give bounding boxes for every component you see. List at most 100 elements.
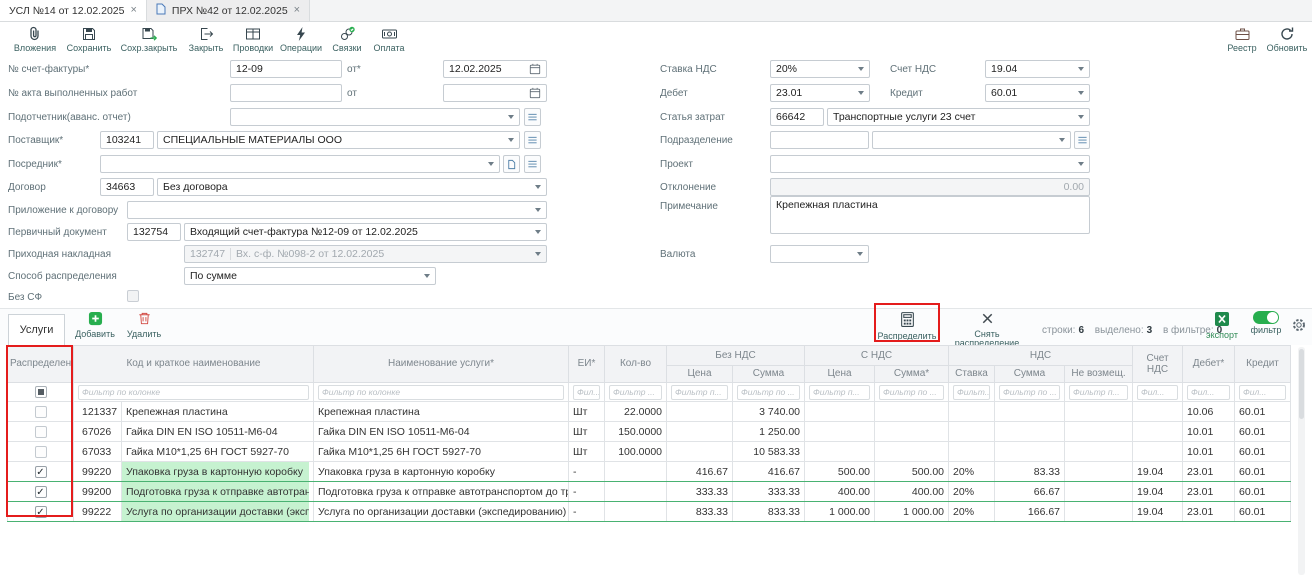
credit-combo[interactable]: 60.01: [985, 84, 1090, 102]
debit-cell[interactable]: 23.01: [1183, 502, 1235, 522]
service-name-cell[interactable]: Услуга по организации доставки (экспедир…: [314, 502, 569, 522]
postings-button[interactable]: Проводки: [230, 26, 276, 53]
save-close-button[interactable]: Сохр.закрыть: [118, 26, 180, 53]
service-name-cell[interactable]: Крепежная пластина: [314, 402, 569, 422]
credit-cell[interactable]: 60.01: [1235, 482, 1291, 502]
supplier-list-button[interactable]: [524, 131, 541, 149]
qty-cell[interactable]: [605, 502, 667, 522]
vat-rate-cell[interactable]: 20%: [949, 482, 995, 502]
contract-annex-combo[interactable]: [127, 201, 547, 219]
sum-no-vat-cell[interactable]: 333.33: [733, 482, 805, 502]
vat-account-cell[interactable]: [1133, 422, 1183, 442]
cost-item-code-input[interactable]: 66642: [770, 108, 824, 126]
vat-rate-cell[interactable]: 20%: [949, 502, 995, 522]
qty-cell[interactable]: 22.0000: [605, 402, 667, 422]
filter-input-code-name[interactable]: Фильтр по колонке: [78, 385, 309, 400]
filter-input-price-no-vat[interactable]: Фильтр п...: [671, 385, 728, 400]
vat-sum-cell[interactable]: 66.67: [995, 482, 1065, 502]
non-refund-cell[interactable]: [1065, 482, 1133, 502]
sum-with-vat-cell[interactable]: 500.00: [875, 462, 949, 482]
debit-combo[interactable]: 23.01: [770, 84, 870, 102]
debit-cell[interactable]: 10.01: [1183, 422, 1235, 442]
unit-cell[interactable]: Шт: [569, 422, 605, 442]
col-header-price-with-vat[interactable]: Цена: [805, 366, 875, 383]
grid-settings-button[interactable]: [1290, 317, 1308, 335]
tab-prh-document[interactable]: ПРХ №42 от 12.02.2025 ×: [147, 0, 310, 21]
qty-cell[interactable]: [605, 482, 667, 502]
non-refund-cell[interactable]: [1065, 462, 1133, 482]
calendar-icon[interactable]: [529, 87, 541, 99]
col-header-price-no-vat[interactable]: Цена: [667, 366, 733, 383]
filter-input-qty[interactable]: Фильтр ...: [609, 385, 662, 400]
services-section-tab[interactable]: Услуги: [8, 314, 65, 345]
vat-account-combo[interactable]: 19.04: [985, 60, 1090, 78]
vat-rate-cell[interactable]: 20%: [949, 462, 995, 482]
filter-toggle-button[interactable]: фильтр: [1246, 311, 1286, 335]
toggle-on-icon[interactable]: [1253, 311, 1279, 324]
division-list-button[interactable]: [1074, 131, 1090, 149]
filter-input-vat-sum[interactable]: Фильтр по ...: [999, 385, 1060, 400]
sum-no-vat-cell[interactable]: 416.67: [733, 462, 805, 482]
sum-with-vat-cell[interactable]: 400.00: [875, 482, 949, 502]
vat-account-cell[interactable]: 19.04: [1133, 462, 1183, 482]
col-header-code-name[interactable]: Код и краткое наименование: [74, 346, 314, 383]
price-with-vat-cell[interactable]: 1 000.00: [805, 502, 875, 522]
contract-code-input[interactable]: 34663: [100, 178, 154, 196]
cost-item-combo[interactable]: Транспортные услуги 23 счет: [827, 108, 1090, 126]
table-row[interactable]: ✓99222Услуга по организации доставки (эк…: [8, 502, 1291, 522]
payment-button[interactable]: Оплата: [368, 26, 410, 53]
invoice-number-input[interactable]: 12-09: [230, 60, 342, 78]
supplier-code-input[interactable]: 103241: [100, 131, 154, 149]
vat-account-cell[interactable]: 19.04: [1133, 502, 1183, 522]
filter-input-credit[interactable]: Фил...: [1239, 385, 1286, 400]
supplier-combo[interactable]: СПЕЦИАЛЬНЫЕ МАТЕРИАЛЫ ООО: [157, 131, 520, 149]
filter-input-vat-account[interactable]: Фил...: [1137, 385, 1178, 400]
close-button[interactable]: Закрыть: [184, 26, 228, 53]
vat-sum-cell[interactable]: [995, 422, 1065, 442]
operations-button[interactable]: Операции: [278, 26, 324, 53]
price-with-vat-cell[interactable]: 500.00: [805, 462, 875, 482]
non-refund-cell[interactable]: [1065, 442, 1133, 462]
sum-no-vat-cell[interactable]: 3 740.00: [733, 402, 805, 422]
price-with-vat-cell[interactable]: [805, 402, 875, 422]
code-name-cell[interactable]: 67033Гайка М10*1,25 6Н ГОСТ 5927-70: [74, 442, 314, 462]
price-no-vat-cell[interactable]: [667, 442, 733, 462]
debit-cell[interactable]: 10.06: [1183, 402, 1235, 422]
col-header-unit[interactable]: ЕИ*: [569, 346, 605, 383]
table-row[interactable]: 67033Гайка М10*1,25 6Н ГОСТ 5927-70Гайка…: [8, 442, 1291, 462]
add-row-button[interactable]: Добавить: [70, 311, 120, 339]
vat-sum-cell[interactable]: [995, 402, 1065, 422]
credit-cell[interactable]: 60.01: [1235, 402, 1291, 422]
non-refund-cell[interactable]: [1065, 502, 1133, 522]
price-with-vat-cell[interactable]: [805, 422, 875, 442]
col-header-vat-sum[interactable]: Сумма: [995, 366, 1065, 383]
filter-input-price-with-vat[interactable]: Фильтр п...: [809, 385, 870, 400]
vat-rate-cell[interactable]: [949, 442, 995, 462]
filter-input-sum-no-vat[interactable]: Фильтр по ...: [737, 385, 800, 400]
save-button[interactable]: Сохранить: [64, 26, 114, 53]
vat-rate-cell[interactable]: [949, 422, 995, 442]
vat-rate-combo[interactable]: 20%: [770, 60, 870, 78]
vat-rate-cell[interactable]: [949, 402, 995, 422]
code-name-cell[interactable]: 67026Гайка DIN EN ISO 10511-М6-04: [74, 422, 314, 442]
table-row[interactable]: 121337Крепежная пластинаКрепежная пласти…: [8, 402, 1291, 422]
price-no-vat-cell[interactable]: [667, 422, 733, 442]
non-refund-cell[interactable]: [1065, 402, 1133, 422]
credit-cell[interactable]: 60.01: [1235, 502, 1291, 522]
code-name-cell[interactable]: 99222Услуга по организации доставки (экс…: [74, 502, 314, 522]
sum-no-vat-cell[interactable]: 10 583.33: [733, 442, 805, 462]
filter-input-debit[interactable]: Фил...: [1187, 385, 1230, 400]
vat-sum-cell[interactable]: 166.67: [995, 502, 1065, 522]
intermediary-list-button[interactable]: [524, 155, 541, 173]
sum-no-vat-cell[interactable]: 833.33: [733, 502, 805, 522]
accountable-person-list-button[interactable]: [524, 108, 541, 126]
invoice-date-input[interactable]: 12.02.2025: [443, 60, 547, 78]
debit-cell[interactable]: 23.01: [1183, 462, 1235, 482]
credit-cell[interactable]: 60.01: [1235, 442, 1291, 462]
no-sf-checkbox[interactable]: [127, 290, 139, 302]
price-with-vat-cell[interactable]: [805, 442, 875, 462]
unit-cell[interactable]: -: [569, 462, 605, 482]
tab-usl-document[interactable]: УСЛ №14 от 12.02.2025 ×: [0, 0, 147, 21]
qty-cell[interactable]: [605, 462, 667, 482]
vat-account-cell[interactable]: 19.04: [1133, 482, 1183, 502]
